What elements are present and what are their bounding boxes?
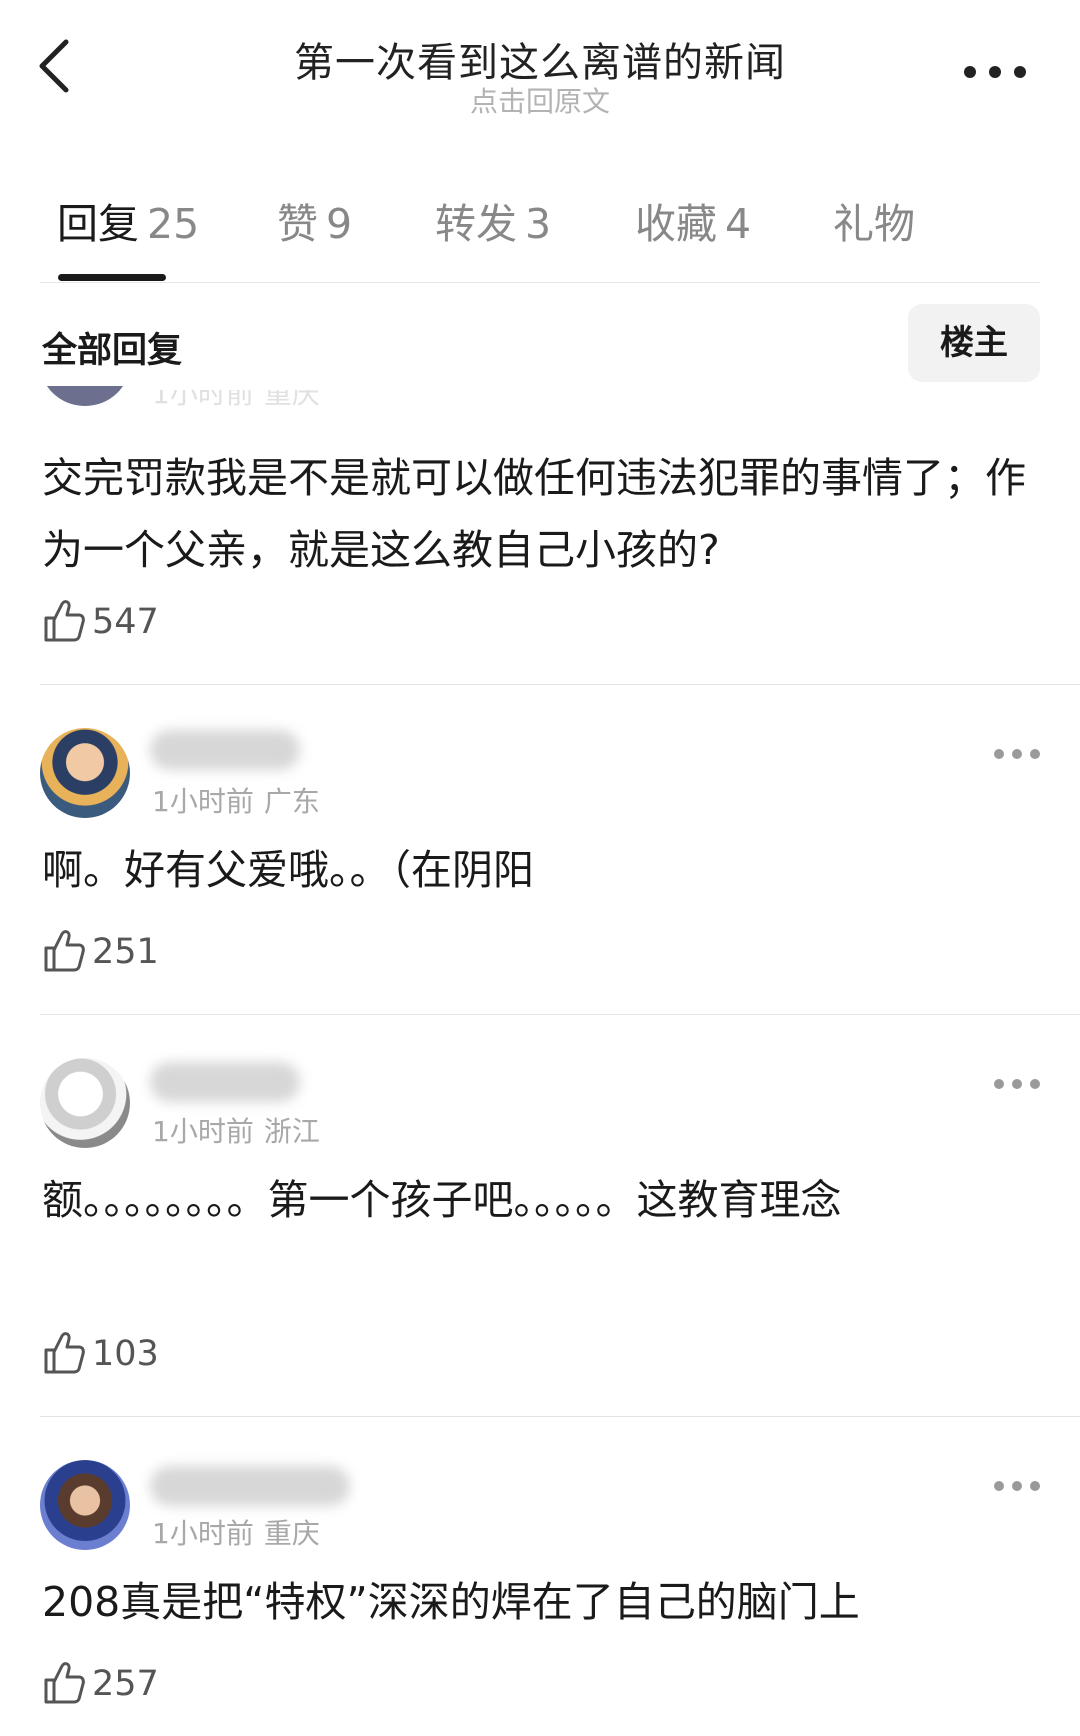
tab-count: 25 [147,200,200,248]
comment-text: 额。。。。。。。。第一个孩子吧。。。。。这教育理念 [42,1176,842,1224]
username-blurred [150,1466,350,1506]
tab-count: 9 [326,200,353,248]
comment-text: 交完罚款我是不是就可以做任何违法犯罪的事情了；作为一个父亲，就是这么教自己小孩的… [42,454,1026,574]
top-bar: 第一次看到这么离谱的新闻 点击回原文 [0,0,1080,140]
owner-filter-button[interactable]: 楼主 [908,304,1040,382]
username-blurred [150,730,300,770]
tab-favorites[interactable]: 收藏 4 [635,190,751,250]
active-tab-indicator [58,274,166,281]
comment-text: 208真是把“特权”深深的焊在了自己的脑门上 [42,1578,860,1626]
thumbs-up-icon [44,1332,85,1374]
tab-bar: 回复 25 赞9 转发 3 收藏 4 礼物 [0,190,1080,280]
comment-meta: 1小时前 重庆 [152,1512,320,1552]
comment-item: 1小时前 广东 啊。好有父爱哦。。（在阴阳 251 [0,724,1080,1024]
comment-meta: 1小时前 重庆 [152,377,320,412]
tab-label: 回复 [57,200,139,248]
comment-item: 1小时前 浙江 额。。。。。。。。第一个孩子吧。。。。。这教育理念 103 [0,1054,1080,1414]
username-blurred [150,1062,300,1102]
like-count: 251 [92,932,159,972]
comment-item: 1小时前 重庆 交完罚款我是不是就可以做任何违法犯罪的事情了；作为一个父亲，就是这… [0,386,1080,692]
more-horizontal-icon [994,749,1040,759]
thumbs-up-icon [44,600,85,642]
tab-count: 3 [525,200,552,248]
comment-more-button[interactable] [992,1076,1042,1092]
tabs-divider [40,282,1040,283]
more-horizontal-icon [994,1481,1040,1491]
tab-label: 礼物 [833,200,915,248]
divider [40,1014,1080,1015]
tab-gifts[interactable]: 礼物 [833,190,915,250]
avatar[interactable] [40,1460,130,1550]
comment-item: 1小时前 重庆 208真是把“特权”深深的焊在了自己的脑门上 257 [0,1456,1080,1736]
comment-more-button[interactable] [992,746,1042,762]
divider [40,684,1080,685]
like-count: 547 [92,602,159,642]
tab-likes[interactable]: 赞9 [277,190,352,250]
comment-time: 1小时前 [152,1517,254,1550]
like-count: 257 [92,1664,159,1704]
comment-location: 重庆 [263,377,320,410]
comment-more-button[interactable] [992,1478,1042,1494]
tab-reposts[interactable]: 转发 3 [435,190,551,250]
avatar[interactable] [40,1058,130,1148]
more-horizontal-icon [964,66,1026,78]
comment-location: 浙江 [263,1115,320,1148]
tab-replies[interactable]: 回复 25 [57,190,199,250]
more-button[interactable] [960,52,1030,92]
thumbs-up-icon [44,930,85,972]
like-count: 103 [92,1334,159,1374]
section-title: 全部回复 [42,331,183,371]
comment-location: 广东 [263,785,320,818]
thumbs-up-icon [44,1662,85,1704]
avatar[interactable] [40,728,130,818]
tab-count: 4 [725,200,752,248]
tab-label: 收藏 [635,200,717,248]
comment-text: 啊。好有父爱哦。。（在阴阳 [42,846,534,894]
comment-time: 1小时前 [152,785,254,818]
back-to-original-link[interactable]: 点击回原文 [0,80,1080,120]
comment-time: 1小时前 [152,1115,254,1148]
more-horizontal-icon [994,1079,1040,1089]
tab-label: 赞 [277,200,318,248]
comment-time: 1小时前 [152,377,254,410]
tab-label: 转发 [435,200,517,248]
comment-meta: 1小时前 浙江 [152,1110,320,1150]
comment-location: 重庆 [263,1517,320,1550]
comment-meta: 1小时前 广东 [152,780,320,820]
divider [40,1416,1080,1417]
